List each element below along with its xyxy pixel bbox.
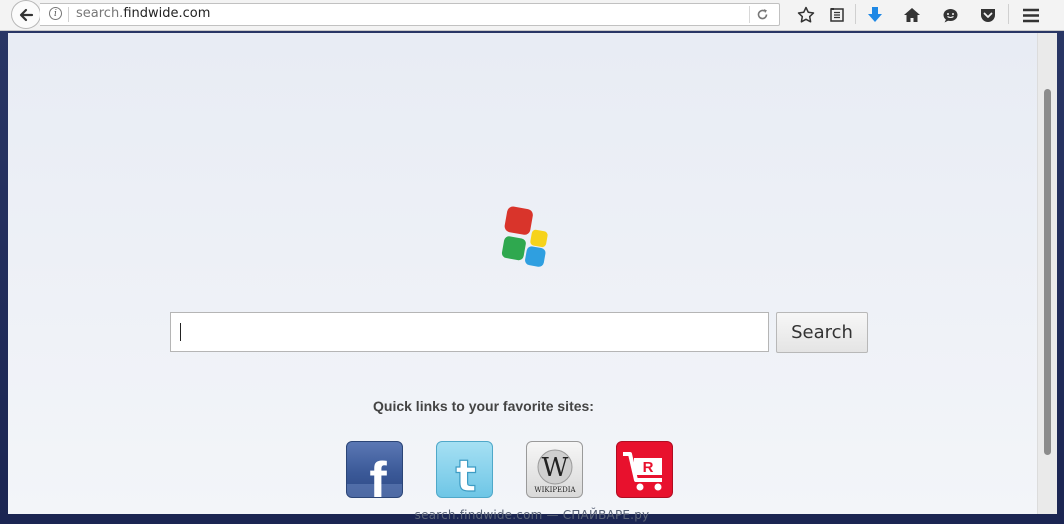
wikipedia-glyph: W <box>542 453 569 483</box>
logo-green-square <box>501 236 526 261</box>
reading-list-icon[interactable] <box>826 4 848 26</box>
chat-icon[interactable] <box>939 4 961 26</box>
reload-icon[interactable] <box>754 6 770 23</box>
url-prefix: search. <box>76 6 124 21</box>
facebook-icon: f <box>347 452 402 498</box>
quick-link-facebook[interactable]: f <box>346 441 403 498</box>
reload-divider <box>749 6 750 23</box>
info-icon[interactable]: i <box>49 7 62 20</box>
status-watermark-text: search.findwide.com — СПАЙВАРЕ.ру <box>414 508 650 522</box>
page-scrollbar[interactable] <box>1037 33 1057 514</box>
text-caret <box>180 323 181 341</box>
findwide-logo <box>501 206 548 267</box>
url-host: findwide.com <box>123 6 211 21</box>
address-bar[interactable]: i search.findwide.com <box>40 3 780 26</box>
search-button[interactable]: Search <box>776 312 868 353</box>
cart-icon: R <box>623 452 662 491</box>
search-input[interactable] <box>170 312 769 352</box>
url-divider <box>68 7 69 22</box>
wikipedia-caption: WIKIPEDIA <box>534 486 576 494</box>
facebook-glyph: f <box>369 452 387 498</box>
wikipedia-icon: W WIKIPEDIA <box>534 449 577 494</box>
menu-icon[interactable] <box>1020 4 1042 26</box>
back-button[interactable] <box>11 0 41 29</box>
url-text[interactable]: search.findwide.com <box>76 6 210 21</box>
bookmark-star-icon[interactable] <box>795 4 817 26</box>
quick-links-title: Quick links to your favorite sites: <box>373 398 594 414</box>
twitter-glyph: t <box>455 451 476 498</box>
toolbar-divider <box>1008 4 1009 24</box>
quick-link-rakuten[interactable]: R <box>616 441 673 498</box>
back-arrow-icon <box>19 8 34 21</box>
browser-window: i search.findwide.com Search Quick links… <box>0 0 1064 524</box>
home-icon[interactable] <box>901 4 923 26</box>
rakuten-glyph: R <box>643 459 654 476</box>
logo-red-square <box>504 206 533 235</box>
pocket-icon[interactable] <box>977 4 999 26</box>
quick-link-wikipedia[interactable]: W WIKIPEDIA <box>526 441 583 498</box>
toolbar-divider <box>855 4 856 24</box>
logo-blue-square <box>525 246 546 267</box>
download-icon[interactable] <box>864 4 886 26</box>
twitter-icon: t <box>455 450 477 498</box>
page-content: Search Quick links to your favorite site… <box>8 33 1037 514</box>
quick-link-twitter[interactable]: t <box>436 441 493 498</box>
scrollbar-thumb[interactable] <box>1044 89 1051 455</box>
browser-toolbar: i search.findwide.com <box>0 0 1064 31</box>
logo-yellow-square <box>530 229 548 248</box>
